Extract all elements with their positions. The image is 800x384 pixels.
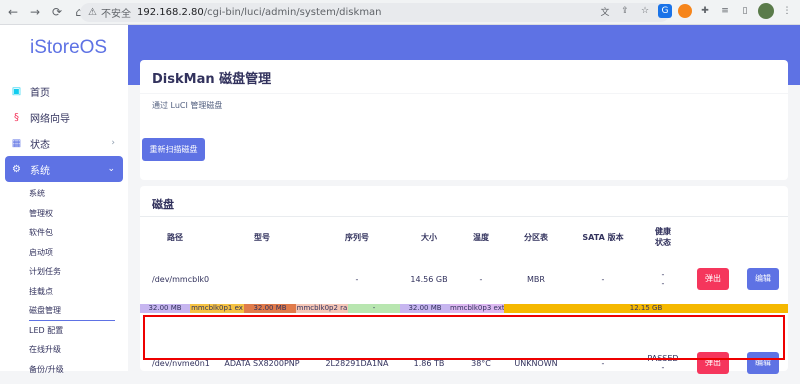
rescan-button[interactable]: 重新扫描磁盘 (142, 138, 205, 161)
back-icon[interactable]: ← (4, 3, 22, 21)
translate-extension-icon[interactable]: G (658, 4, 672, 18)
eject-button[interactable]: 弹出 (697, 268, 729, 290)
sidebar-item-status[interactable]: ▦ 状态 › (5, 130, 123, 156)
url-host: 192.168.2.80 (136, 7, 204, 18)
subitem-packages[interactable]: 软件包 (29, 223, 123, 243)
column-header: 序列号 (345, 232, 369, 242)
wizard-icon: § (14, 111, 19, 123)
column-header: 温度 (473, 232, 489, 242)
puzzle-icon[interactable]: ✚ (698, 4, 712, 18)
column-header: 型号 (254, 232, 270, 242)
column-header: SATA 版本 (582, 232, 624, 242)
gear-icon: ⚙ (12, 163, 21, 175)
reading-list-icon[interactable]: ≡ (718, 4, 732, 18)
subitem-mounts[interactable]: 挂载点 (29, 282, 123, 302)
column-header: 大小 (421, 232, 437, 242)
star-icon[interactable]: ☆ (638, 4, 652, 18)
disk-ptable: MBR (527, 274, 545, 284)
sidebar-item-label: 网络向导 (30, 113, 70, 125)
sidebar-item-label: 状态 (30, 139, 50, 151)
disk-model (210, 254, 314, 304)
menu-icon[interactable]: ⋮ (780, 4, 794, 18)
partition-segment[interactable]: 32.00 MB (400, 304, 450, 313)
status-icon: ▦ (11, 137, 22, 149)
column-header: 健康 状态 (655, 227, 671, 247)
partition-segment[interactable]: 12.15 GB (504, 304, 788, 313)
subitem-admin[interactable]: 管理权 (29, 204, 123, 224)
warning-icon: ⚠ (88, 7, 97, 18)
share-icon[interactable]: ⇪ (618, 4, 632, 18)
subitem-backup[interactable]: 备份/升级 (29, 360, 123, 380)
partition-segment[interactable]: mmcblk0p3 ext (450, 304, 504, 313)
sidebar-item-home[interactable]: ▣ 首页 (5, 78, 123, 104)
insecure-label: 不安全 (100, 9, 131, 20)
divider (140, 93, 788, 94)
column-header (738, 220, 788, 254)
browser-toolbar: ← → ⟳ ⌂ ⚠ 不安全 192.168.2.80/cgi-bin/luci/… (0, 0, 800, 25)
translate-icon[interactable]: 文 (598, 4, 612, 18)
column-header (688, 220, 738, 254)
logo[interactable]: iStoreOS (30, 37, 107, 59)
address-bar[interactable]: ⚠ 不安全 192.168.2.80/cgi-bin/luci/admin/sy… (80, 3, 670, 22)
partition-segment[interactable]: 32.00 MB (244, 304, 296, 313)
disk-serial: - (355, 274, 359, 284)
subitem-cron[interactable]: 计划任务 (29, 262, 123, 282)
column-header: 分区表 (524, 232, 548, 242)
subitem-system[interactable]: 系统 (29, 184, 123, 204)
table-row: /dev/mmcblk0 - 14.56 GB - MBR - - - 弹出 编… (140, 254, 788, 304)
url-path: /cgi-bin/luci/admin/system/diskman (203, 7, 382, 18)
divider (140, 216, 788, 217)
page-description: 通过 LuCI 管理磁盘 (152, 101, 223, 110)
disk-health: - - (661, 270, 665, 288)
page-title: DiskMan 磁盘管理 (152, 72, 272, 87)
disk-card: 磁盘 路径 型号 序列号 大小 温度 分区表 SATA 版本 健康 状态 /de… (140, 186, 788, 374)
table-header-row: 路径 型号 序列号 大小 温度 分区表 SATA 版本 健康 状态 (140, 220, 788, 254)
edit-button[interactable]: 编辑 (747, 268, 779, 290)
sidebar-item-label: 系统 (30, 165, 50, 177)
partition-segment[interactable]: mmcblk0p1 ex (190, 304, 244, 313)
action-card: 重新扫描磁盘 (140, 124, 788, 178)
chevron-down-icon: ⌄ (107, 164, 115, 174)
disk-size: 14.56 GB (410, 274, 448, 284)
subitem-startup[interactable]: 启动项 (29, 243, 123, 263)
sidebar-item-system[interactable]: ⚙ 系统 ⌄ (5, 156, 123, 182)
reload-icon[interactable]: ⟳ (48, 3, 66, 21)
subitem-led[interactable]: LED 配置 (29, 321, 123, 341)
partition-segment[interactable]: 32.00 MB (140, 304, 190, 313)
avatar[interactable] (758, 3, 774, 19)
subitem-diskman[interactable]: 磁盘管理 (29, 301, 115, 321)
partition-segment[interactable]: mmcblk0p2 ra (296, 304, 348, 313)
chevron-right-icon: › (111, 138, 115, 148)
highlight-box (143, 315, 785, 360)
partition-segment[interactable]: - (348, 304, 400, 313)
disk-sata: - (601, 274, 605, 284)
disk-temp: - (479, 274, 483, 284)
sidebar: iStoreOS ▣ 首页 § 网络向导 ▦ 状态 › ⚙ 系统 ⌄ 系统 管理… (0, 25, 128, 374)
metamask-icon[interactable] (678, 4, 692, 18)
subitem-upgrade[interactable]: 在线升级 (29, 340, 123, 360)
sidebar-item-label: 首页 (30, 87, 50, 99)
disk-section-title: 磁盘 (152, 198, 174, 211)
partition-bar: 32.00 MB mmcblk0p1 ex 32.00 MB mmcblk0p2… (140, 304, 788, 313)
home-icon: ▣ (11, 85, 22, 97)
forward-icon[interactable]: → (26, 3, 44, 21)
column-header: 路径 (167, 232, 183, 242)
disk-path: /dev/mmcblk0 (152, 274, 210, 284)
sidepanel-icon[interactable]: ▯ (738, 4, 752, 18)
sidebar-item-wizard[interactable]: § 网络向导 (5, 104, 123, 130)
